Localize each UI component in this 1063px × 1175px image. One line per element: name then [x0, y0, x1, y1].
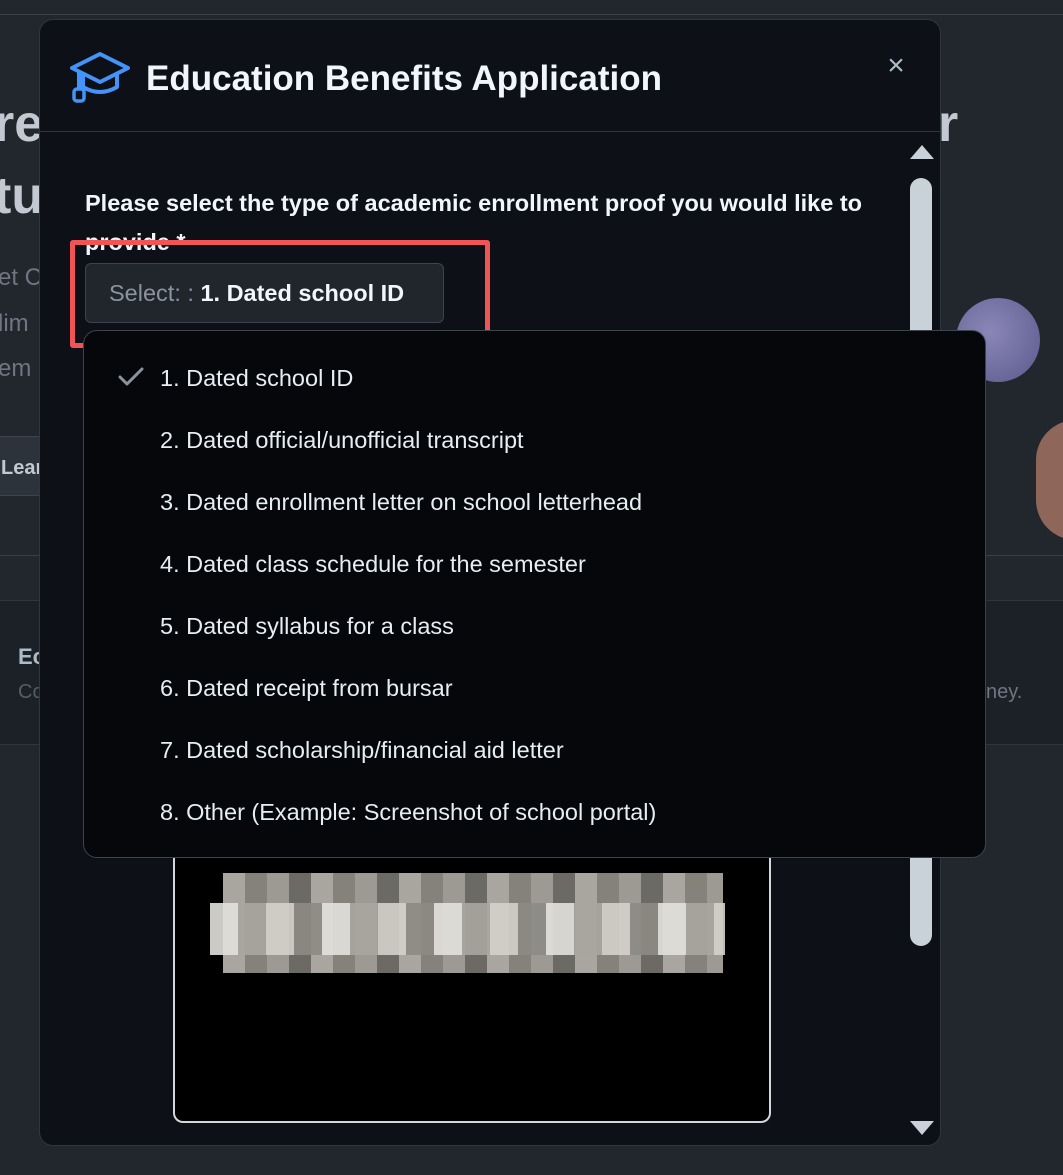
- background-heading-right: r: [938, 95, 959, 153]
- dropdown-option-label: 8. Other (Example: Screenshot of school …: [160, 799, 657, 825]
- blurred-document-image-detail: [210, 903, 725, 955]
- background-learn-button[interactable]: Lear: [0, 436, 44, 496]
- dropdown-option[interactable]: 4. Dated class schedule for the semester: [84, 533, 985, 595]
- background-blob-graphic: [1036, 420, 1063, 540]
- background-heading-line2: tu: [0, 167, 44, 225]
- dropdown-option-label: 5. Dated syllabus for a class: [160, 613, 454, 639]
- background-text-line3: em: [0, 355, 32, 382]
- dropdown-option[interactable]: 1. Dated school ID: [84, 347, 985, 409]
- background-text-line1: et C: [0, 264, 43, 291]
- checkmark-icon: [118, 367, 144, 386]
- background-card-right-text: ney.: [986, 681, 1023, 703]
- dropdown-option-label: 7. Dated scholarship/financial aid lette…: [160, 737, 564, 763]
- dropdown-option-label: 6. Dated receipt from bursar: [160, 675, 453, 701]
- enrollment-proof-dropdown: 1. Dated school ID 2. Dated official/uno…: [83, 330, 986, 858]
- dropdown-option[interactable]: 7. Dated scholarship/financial aid lette…: [84, 719, 985, 781]
- dropdown-option[interactable]: 3. Dated enrollment letter on school let…: [84, 471, 985, 533]
- modal-title: Education Benefits Application: [146, 59, 662, 98]
- dropdown-option[interactable]: 5. Dated syllabus for a class: [84, 595, 985, 657]
- dropdown-option-label: 3. Dated enrollment letter on school let…: [160, 489, 643, 515]
- background-heading-line1: re: [0, 95, 44, 153]
- mortarboard-icon: [70, 52, 130, 103]
- scroll-up-arrow-icon[interactable]: [910, 145, 934, 159]
- scroll-down-arrow-icon[interactable]: [910, 1121, 934, 1135]
- dropdown-option-label: 1. Dated school ID: [160, 365, 354, 391]
- dropdown-option-label: 4. Dated class schedule for the semester: [160, 551, 586, 577]
- close-button[interactable]: ×: [880, 50, 912, 82]
- dropdown-option[interactable]: 2. Dated official/unofficial transcript: [84, 409, 985, 471]
- dropdown-option[interactable]: 6. Dated receipt from bursar: [84, 657, 985, 719]
- page-top-border: [0, 14, 1063, 15]
- dropdown-option-label: 2. Dated official/unofficial transcript: [160, 427, 524, 453]
- dropdown-option[interactable]: 8. Other (Example: Screenshot of school …: [84, 781, 985, 843]
- modal-header: Education Benefits Application ×: [40, 20, 940, 132]
- background-text-line2: lim: [0, 310, 29, 337]
